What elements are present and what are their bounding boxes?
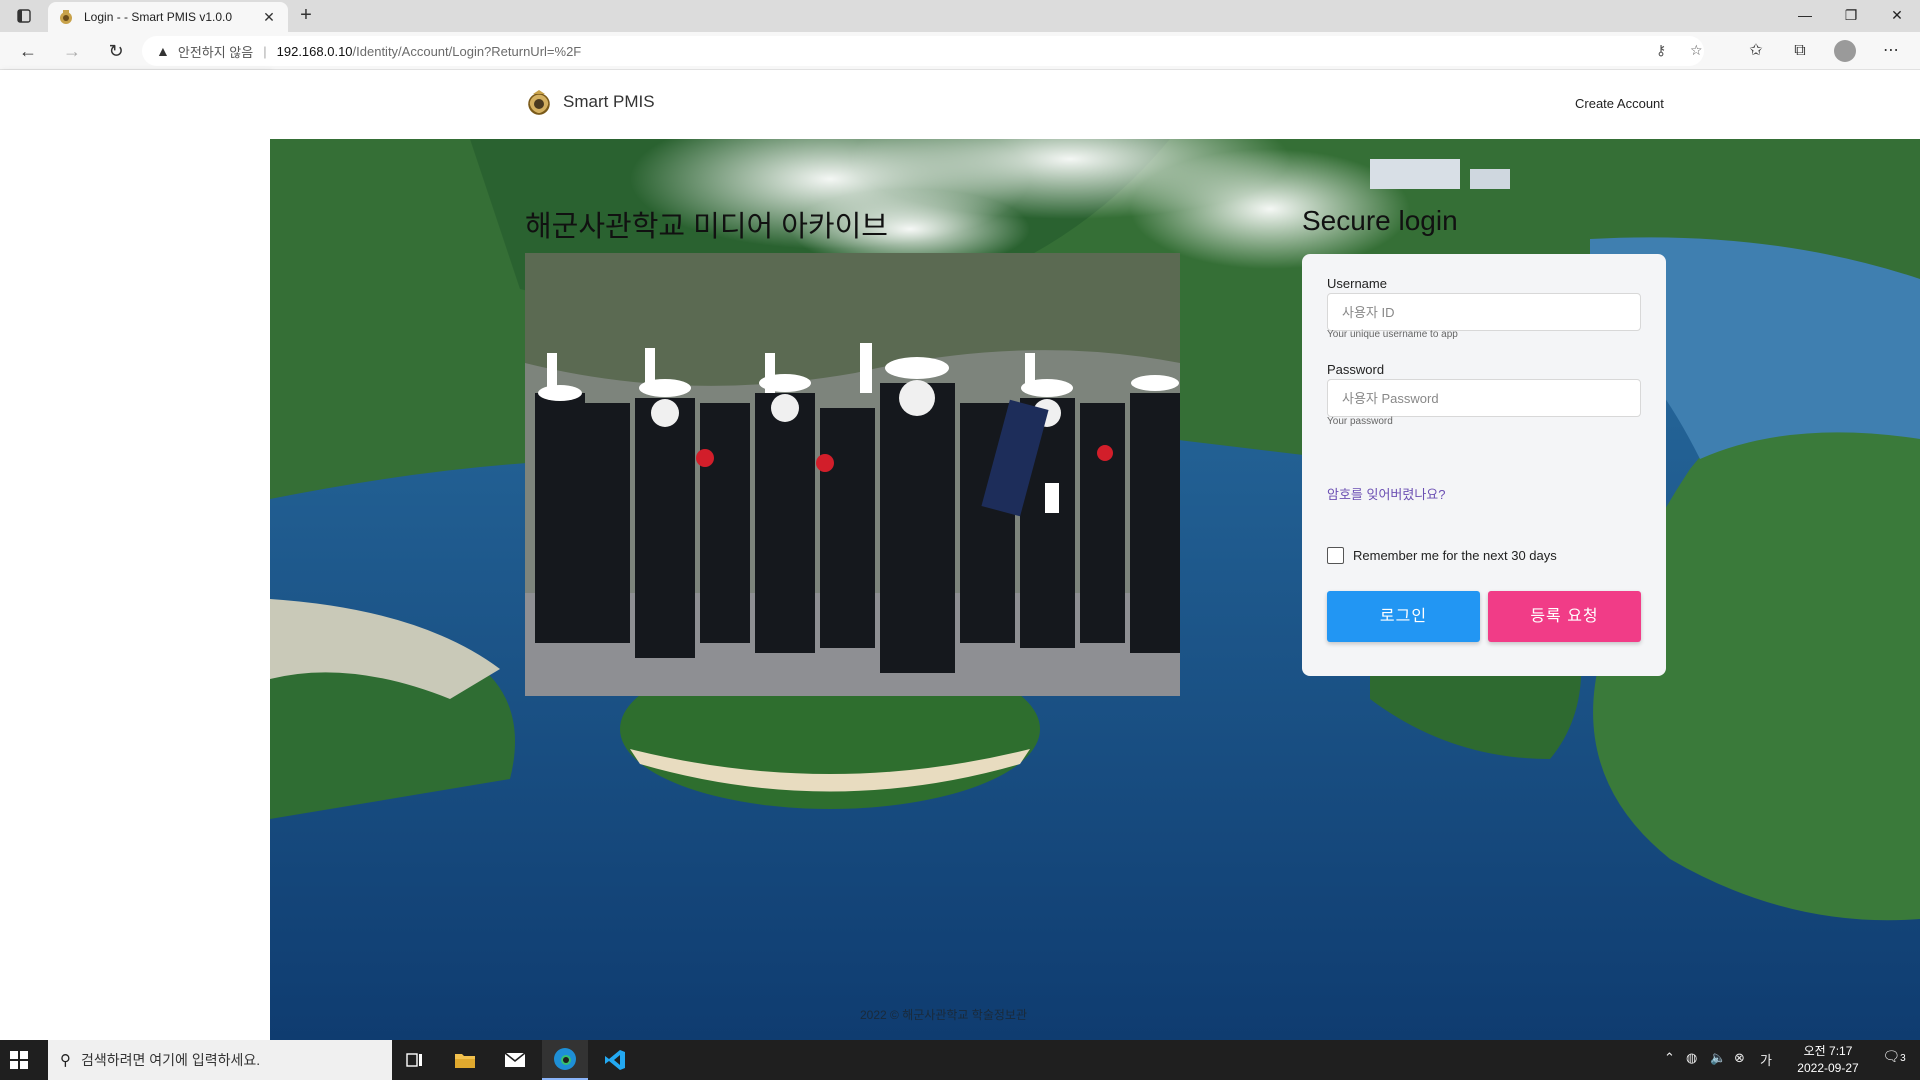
- vpn-status-icon[interactable]: ⊗: [1734, 1050, 1745, 1066]
- edge-browser-icon[interactable]: [542, 1040, 588, 1080]
- site-header: Smart PMIS Create Account: [270, 70, 1920, 139]
- collections-icon[interactable]: ⧉: [1787, 40, 1813, 62]
- cadets-ceremony-photo: [525, 253, 1180, 696]
- new-tab-button[interactable]: +: [294, 4, 318, 28]
- add-favorite-icon[interactable]: ☆: [1690, 42, 1703, 59]
- academy-emblem-icon: [528, 90, 550, 115]
- restore-icon[interactable]: ❐: [1828, 0, 1874, 30]
- vscode-icon[interactable]: [592, 1040, 638, 1080]
- brand-name: Smart PMIS: [563, 92, 655, 111]
- favorites-icon[interactable]: ✩: [1743, 40, 1769, 62]
- windows-start-icon[interactable]: [10, 1051, 28, 1069]
- password-label: Password: [1327, 362, 1385, 377]
- cadets-ceremony-illustration: [525, 253, 1180, 696]
- url-path: /Identity/Account/Login?ReturnUrl=%2F: [352, 43, 582, 59]
- forward-arrow-icon[interactable]: →: [58, 39, 86, 63]
- page-viewport: Smart PMIS Create Account 해군사관학교 미디어 아카이…: [0, 70, 1920, 1040]
- username-input[interactable]: [1327, 293, 1641, 331]
- insecure-label: 안전하지 않음: [177, 44, 254, 60]
- taskbar-search-input[interactable]: ⚲ 검색하려면 여기에 입력하세요.: [48, 1040, 392, 1080]
- clock-time: 오전 7:17: [1803, 1044, 1853, 1058]
- left-margin: [0, 70, 270, 1040]
- minimize-icon[interactable]: —: [1782, 0, 1828, 30]
- password-input[interactable]: [1327, 379, 1641, 417]
- create-account-link[interactable]: Create Account: [1575, 96, 1664, 111]
- register-request-button[interactable]: 등록 요청: [1488, 591, 1641, 642]
- windows-taskbar: ⚲ 검색하려면 여기에 입력하세요. ⌃ ◍ 🔈 ⊗ 가 오전 7:17 202…: [0, 1040, 1920, 1080]
- volume-icon[interactable]: 🔈: [1710, 1050, 1726, 1066]
- search-placeholder: 검색하려면 여기에 입력하세요.: [81, 1052, 261, 1068]
- notification-count: 3: [1900, 1053, 1906, 1064]
- search-icon: ⚲: [60, 1052, 71, 1069]
- password-hint: Your password: [1327, 416, 1393, 427]
- forgot-password-link[interactable]: 암호를 잊어버렸나요?: [1327, 484, 1445, 503]
- tab-actions-icon[interactable]: [10, 6, 38, 26]
- username-label: Username: [1327, 276, 1387, 291]
- mail-icon[interactable]: [492, 1040, 538, 1080]
- username-hint: Your unique username to app: [1327, 329, 1458, 340]
- remember-me-checkbox[interactable]: [1327, 547, 1344, 564]
- tab-title: Login - - Smart PMIS v1.0.0: [84, 10, 233, 24]
- login-card: Username Your unique username to app Pas…: [1302, 254, 1666, 676]
- site-favicon-icon: [60, 10, 72, 24]
- tab-close-icon[interactable]: ✕: [260, 9, 278, 26]
- refresh-icon[interactable]: ↻: [102, 39, 130, 63]
- login-button[interactable]: 로그인: [1327, 591, 1480, 642]
- warning-icon: ▲: [156, 43, 170, 59]
- brand-link[interactable]: Smart PMIS: [525, 88, 655, 116]
- login-title: Secure login: [1302, 205, 1458, 236]
- file-explorer-icon[interactable]: [442, 1040, 488, 1080]
- address-bar[interactable]: ▲ 안전하지 않음 | 192.168.0.10 /Identity/Accou…: [142, 36, 1704, 66]
- back-arrow-icon[interactable]: ←: [14, 39, 42, 63]
- hero-section: 해군사관학교 미디어 아카이브 Secure login Username 사용…: [270, 139, 1920, 1040]
- profile-avatar-icon[interactable]: [1834, 40, 1856, 62]
- tray-expand-icon[interactable]: ⌃: [1664, 1050, 1675, 1066]
- clock-date: 2022-09-27: [1797, 1061, 1859, 1075]
- more-menu-icon[interactable]: ⋯: [1878, 40, 1904, 62]
- taskbar-clock[interactable]: 오전 7:17 2022-09-27: [1780, 1043, 1876, 1077]
- footer-copyright: 2022 © 해군사관학교 학술정보관: [860, 1008, 1027, 1022]
- notification-center-icon[interactable]: 🗨3: [1876, 1048, 1912, 1072]
- address-separator: |: [263, 43, 267, 59]
- url-host: 192.168.0.10: [276, 43, 353, 59]
- task-view-icon[interactable]: [392, 1040, 438, 1080]
- browser-toolbar: ← → ↻ ▲ 안전하지 않음 | 192.168.0.10 /Identity…: [0, 32, 1920, 70]
- network-icon[interactable]: ◍: [1686, 1050, 1697, 1066]
- key-icon[interactable]: ⚷: [1656, 42, 1666, 59]
- page-title: 해군사관학교 미디어 아카이브: [525, 211, 888, 243]
- browser-tab-active[interactable]: Login - - Smart PMIS v1.0.0 ✕: [48, 2, 288, 32]
- input-method-icon[interactable]: 가: [1760, 1050, 1772, 1069]
- remember-me-label[interactable]: Remember me for the next 30 days: [1353, 548, 1557, 563]
- window-close-icon[interactable]: ✕: [1874, 0, 1920, 30]
- browser-titlebar: Login - - Smart PMIS v1.0.0 ✕ + — ❐ ✕: [0, 0, 1920, 32]
